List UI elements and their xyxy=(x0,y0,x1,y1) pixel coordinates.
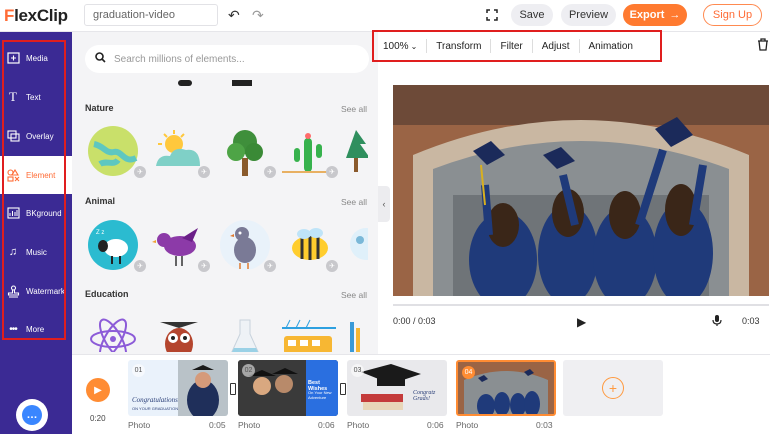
element-tree[interactable]: ✈ xyxy=(218,124,276,178)
svg-text:Z z: Z z xyxy=(96,230,104,236)
collapse-panel-button[interactable]: ‹ xyxy=(378,186,390,222)
see-all-nature[interactable]: See all xyxy=(341,104,367,114)
clip-duration: 0:06 xyxy=(427,420,444,430)
section-title-education: Education xyxy=(85,289,129,299)
animated-badge-icon: ✈ xyxy=(134,260,146,272)
animated-badge-icon: ✈ xyxy=(198,260,210,272)
timeline-clip-3[interactable]: 03 Congratz Grads! xyxy=(347,360,447,416)
animated-badge-icon: ✈ xyxy=(326,166,338,178)
animated-badge-icon: ✈ xyxy=(134,166,146,178)
trash-icon[interactable] xyxy=(757,38,769,54)
undo-icon[interactable]: ↶ xyxy=(228,7,240,24)
clip-type-label: Photo xyxy=(238,420,261,430)
element-purple-bird[interactable]: ✈ xyxy=(152,218,210,272)
chat-support-button[interactable]: … xyxy=(16,399,48,431)
redo-icon[interactable]: ↷ xyxy=(252,7,264,24)
element-bee[interactable]: ✈ xyxy=(282,218,338,272)
fullscreen-icon[interactable] xyxy=(486,8,498,26)
element-cactus[interactable]: ✈ xyxy=(282,124,338,178)
see-all-animal[interactable]: See all xyxy=(341,197,367,207)
timeline-clip-4[interactable]: 04 xyxy=(456,360,556,416)
animated-badge-icon: ✈ xyxy=(326,260,338,272)
clip-duration: 0:06 xyxy=(318,420,335,430)
element-pine-partial[interactable] xyxy=(346,124,368,178)
clip-type-label: Photo xyxy=(347,420,370,430)
element-partial xyxy=(232,80,252,86)
preview-button[interactable]: Preview xyxy=(561,4,616,26)
signup-button[interactable]: Sign Up xyxy=(703,4,762,26)
filter-button[interactable]: Filter xyxy=(491,39,533,53)
play-icon[interactable]: ▶ xyxy=(577,315,586,329)
play-icon: ▶ xyxy=(94,384,102,396)
timeline-play-button[interactable]: ▶ xyxy=(86,378,110,402)
clip-duration: 0:03 xyxy=(536,420,553,430)
element-partial xyxy=(178,80,192,86)
chevron-left-icon: ‹ xyxy=(382,199,386,209)
element-education-partial[interactable] xyxy=(346,312,368,352)
section-title-nature: Nature xyxy=(85,103,114,113)
add-clip-button[interactable]: + xyxy=(563,360,663,416)
transition-icon[interactable] xyxy=(340,383,346,395)
animation-button[interactable]: Animation xyxy=(580,39,642,53)
element-atom[interactable] xyxy=(86,312,140,352)
clip-duration: 0:05 xyxy=(209,420,226,430)
animated-badge-icon: ✈ xyxy=(198,166,210,178)
transition-icon[interactable] xyxy=(230,383,236,395)
zoom-dropdown[interactable]: 100% ⌄ xyxy=(374,39,428,53)
element-globe[interactable]: ✈ xyxy=(86,124,146,178)
adjust-button[interactable]: Adjust xyxy=(533,39,580,53)
microphone-icon[interactable] xyxy=(712,314,722,330)
video-duration: 0:03 xyxy=(742,316,760,326)
arrow-right-icon: → xyxy=(669,9,681,21)
element-pigeon[interactable]: ✈ xyxy=(218,218,276,272)
video-preview[interactable] xyxy=(393,85,769,296)
timeline-clip-2[interactable]: 02 Best Wishes On Your New Adventure xyxy=(238,360,338,416)
video-progress-bar[interactable] xyxy=(393,304,769,306)
editor-toolbar: 100% ⌄ Transform Filter Adjust Animation xyxy=(372,30,662,62)
chat-icon: … xyxy=(22,405,42,425)
element-panel xyxy=(72,32,378,354)
project-name-input[interactable]: graduation-video xyxy=(84,4,218,26)
element-owl[interactable] xyxy=(152,312,206,352)
animated-badge-icon: ✈ xyxy=(264,166,276,178)
plus-icon: + xyxy=(602,377,624,399)
section-title-animal: Animal xyxy=(85,196,116,206)
export-button[interactable]: Export → xyxy=(623,4,687,26)
chevron-down-icon: ⌄ xyxy=(410,41,418,51)
see-all-education[interactable]: See all xyxy=(341,290,367,300)
transform-button[interactable]: Transform xyxy=(427,39,492,53)
timeline-clip-1[interactable]: 01 Congratulations ON YOUR GRADUATION xyxy=(128,360,228,416)
save-button[interactable]: Save xyxy=(511,4,553,26)
sidebar-highlight-box xyxy=(2,40,66,340)
playback-time: 0:00 / 0:03 xyxy=(393,316,436,326)
element-sheep[interactable]: Z z ✈ xyxy=(86,218,146,272)
search-icon xyxy=(95,52,106,66)
element-sun-cloud[interactable]: ✈ xyxy=(152,124,210,178)
flexclip-logo[interactable]: FlexClip xyxy=(4,6,68,26)
element-search-input[interactable]: Search millions of elements... xyxy=(85,45,369,73)
clip-type-label: Photo xyxy=(456,420,479,430)
element-animal-partial[interactable] xyxy=(346,218,368,272)
element-school-bus[interactable] xyxy=(282,312,336,352)
element-flask[interactable] xyxy=(218,312,272,352)
timeline-current-time: 0:20 xyxy=(90,414,106,423)
clip-type-label: Photo xyxy=(128,420,151,430)
animated-badge-icon: ✈ xyxy=(264,260,276,272)
